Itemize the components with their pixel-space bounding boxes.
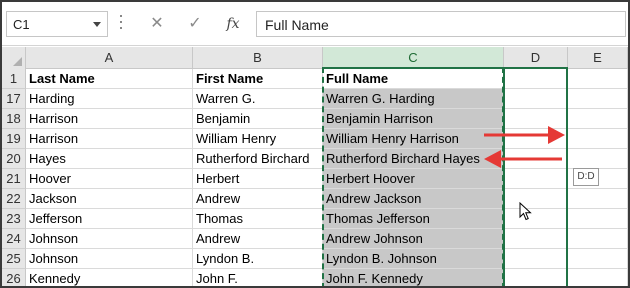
cell-first-name[interactable]: Herbert: [193, 169, 323, 189]
cell-e[interactable]: [568, 189, 628, 209]
cell-a1[interactable]: Last Name: [26, 69, 193, 89]
cell-last-name[interactable]: Kennedy: [26, 269, 193, 286]
cell-e[interactable]: [568, 149, 628, 169]
cell-last-name[interactable]: Jefferson: [26, 209, 193, 229]
column-header-e[interactable]: E: [568, 47, 628, 69]
cell-first-name[interactable]: Rutherford Birchard: [193, 149, 323, 169]
name-box-value: C1: [13, 17, 30, 32]
cell-full-name[interactable]: Warren G. Harding: [323, 89, 504, 109]
cell-full-name[interactable]: Andrew Johnson: [323, 229, 504, 249]
row-header[interactable]: 20: [2, 149, 26, 169]
formula-bar: C1 ✕ ✓ fx Full Name: [2, 2, 628, 46]
mouse-pointer-icon: [519, 202, 532, 221]
cell-full-name[interactable]: Lyndon B. Johnson: [323, 249, 504, 269]
row-header[interactable]: 17: [2, 89, 26, 109]
cell-full-name[interactable]: John F. Kennedy: [323, 269, 504, 286]
cell-d[interactable]: [504, 269, 568, 286]
cell-first-name[interactable]: Andrew: [193, 229, 323, 249]
cell-e[interactable]: [568, 249, 628, 269]
select-all-button[interactable]: [2, 47, 26, 69]
cell-full-name[interactable]: Benjamin Harrison: [323, 109, 504, 129]
cell-first-name[interactable]: John F.: [193, 269, 323, 286]
drag-target-tooltip: D:D: [573, 168, 599, 186]
row-header[interactable]: 22: [2, 189, 26, 209]
select-all-icon: [13, 57, 22, 66]
cell-d[interactable]: [504, 109, 568, 129]
column-header-row: A B C D E: [2, 47, 628, 69]
cell-last-name[interactable]: Johnson: [26, 249, 193, 269]
column-d-selection-top: [503, 67, 568, 69]
cell-e[interactable]: [568, 129, 628, 149]
name-box[interactable]: C1: [6, 11, 108, 37]
cell-d[interactable]: [504, 89, 568, 109]
cell-d[interactable]: [504, 149, 568, 169]
cell-full-name[interactable]: Andrew Jackson: [323, 189, 504, 209]
row-header[interactable]: 1: [2, 69, 26, 89]
cell-full-name[interactable]: Thomas Jefferson: [323, 209, 504, 229]
row-header[interactable]: 26: [2, 269, 26, 286]
cell-b1[interactable]: First Name: [193, 69, 323, 89]
row-header[interactable]: 24: [2, 229, 26, 249]
cell-e[interactable]: [568, 209, 628, 229]
row-header[interactable]: 25: [2, 249, 26, 269]
cancel-button[interactable]: ✕: [144, 13, 170, 35]
cell-first-name[interactable]: William Henry: [193, 129, 323, 149]
cell-d[interactable]: [504, 169, 568, 189]
cell-c1[interactable]: Full Name: [323, 69, 504, 89]
cell-full-name[interactable]: Herbert Hoover: [323, 169, 504, 189]
cell-d[interactable]: [504, 209, 568, 229]
formula-input[interactable]: Full Name: [256, 11, 626, 37]
cell-e[interactable]: [568, 269, 628, 286]
enter-button[interactable]: ✓: [182, 13, 208, 35]
row-header[interactable]: 18: [2, 109, 26, 129]
column-header-a[interactable]: A: [26, 47, 193, 69]
cell-e[interactable]: [568, 229, 628, 249]
row-header[interactable]: 21: [2, 169, 26, 189]
chevron-down-icon[interactable]: [93, 22, 101, 27]
cell-d1[interactable]: [504, 69, 568, 89]
cell-full-name[interactable]: William Henry Harrison: [323, 129, 504, 149]
cell-first-name[interactable]: Thomas: [193, 209, 323, 229]
cell-e1[interactable]: [568, 69, 628, 89]
cell-last-name[interactable]: Harrison: [26, 109, 193, 129]
spreadsheet-window: C1 ✕ ✓ fx Full Name A B C D E 1 Last Nam…: [0, 0, 630, 288]
cell-last-name[interactable]: Jackson: [26, 189, 193, 209]
cell-first-name[interactable]: Lyndon B.: [193, 249, 323, 269]
column-header-c[interactable]: C: [323, 47, 504, 69]
cell-first-name[interactable]: Benjamin: [193, 109, 323, 129]
cell-last-name[interactable]: Hoover: [26, 169, 193, 189]
cell-last-name[interactable]: Johnson: [26, 229, 193, 249]
column-header-b[interactable]: B: [193, 47, 323, 69]
cell-d[interactable]: [504, 129, 568, 149]
cell-first-name[interactable]: Warren G.: [193, 89, 323, 109]
cell-last-name[interactable]: Harrison: [26, 129, 193, 149]
cell-last-name[interactable]: Hayes: [26, 149, 193, 169]
insert-function-button[interactable]: fx: [220, 13, 246, 35]
resize-handle-icon[interactable]: [119, 15, 123, 33]
cell-full-name[interactable]: Rutherford Birchard Hayes: [323, 149, 504, 169]
cell-first-name[interactable]: Andrew: [193, 189, 323, 209]
column-header-d[interactable]: D: [504, 47, 568, 69]
cell-e[interactable]: [568, 109, 628, 129]
cell-last-name[interactable]: Harding: [26, 89, 193, 109]
row-header[interactable]: 19: [2, 129, 26, 149]
cell-d[interactable]: [504, 189, 568, 209]
cell-d[interactable]: [504, 249, 568, 269]
cell-d[interactable]: [504, 229, 568, 249]
formula-value: Full Name: [265, 17, 329, 33]
row-header[interactable]: 23: [2, 209, 26, 229]
cell-e[interactable]: [568, 89, 628, 109]
